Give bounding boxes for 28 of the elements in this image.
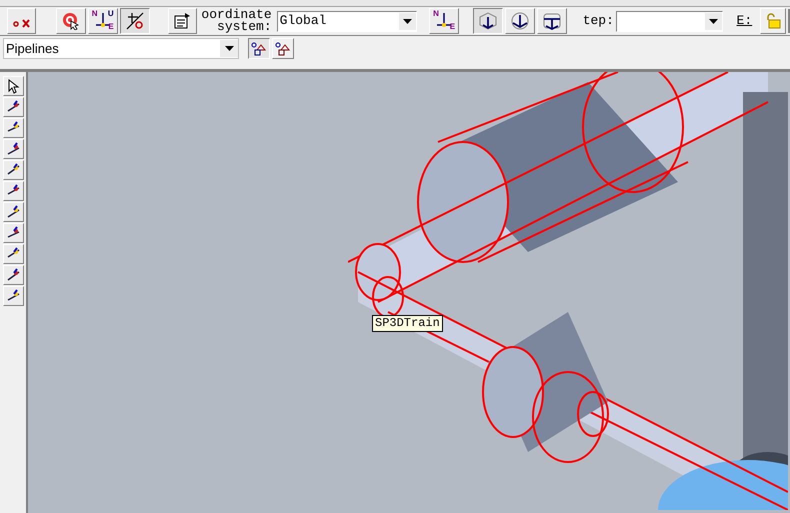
shapes-icon [275, 42, 291, 56]
step-label: tep: [582, 12, 614, 30]
coordinate-system-label: system: [217, 21, 272, 33]
toolbar-button[interactable] [120, 8, 150, 34]
lock-icon [765, 13, 782, 29]
angle-icon [124, 11, 145, 31]
properties-icon [173, 12, 192, 30]
target-icon [62, 12, 80, 30]
toolbar-button[interactable]: N E [429, 8, 460, 34]
toolbar-button[interactable] [472, 8, 503, 34]
e-label: E: [736, 12, 752, 30]
caret-icon [403, 18, 412, 24]
3d-viewport[interactable]: SP3DTrain [28, 72, 790, 513]
step-dropdown[interactable] [616, 10, 723, 32]
coordinate-system-label: oordinate [201, 9, 272, 21]
filter-button[interactable] [248, 38, 270, 59]
coordinate-system-dropdown[interactable]: Global [276, 10, 418, 32]
cube-anchor-icon [476, 11, 499, 31]
lock-button[interactable] [760, 8, 786, 34]
caret-icon [708, 18, 718, 24]
toolbar-button[interactable]: N U E [88, 8, 118, 34]
filter-dropdown[interactable]: Pipelines [3, 38, 239, 59]
caret-icon [224, 46, 234, 51]
pointer-icon [6, 78, 20, 94]
tooltip: SP3DTrain [372, 315, 443, 332]
circle-anchor-icon [508, 11, 531, 31]
shapes-icon [251, 42, 267, 56]
cylinder-anchor-icon [540, 11, 563, 31]
